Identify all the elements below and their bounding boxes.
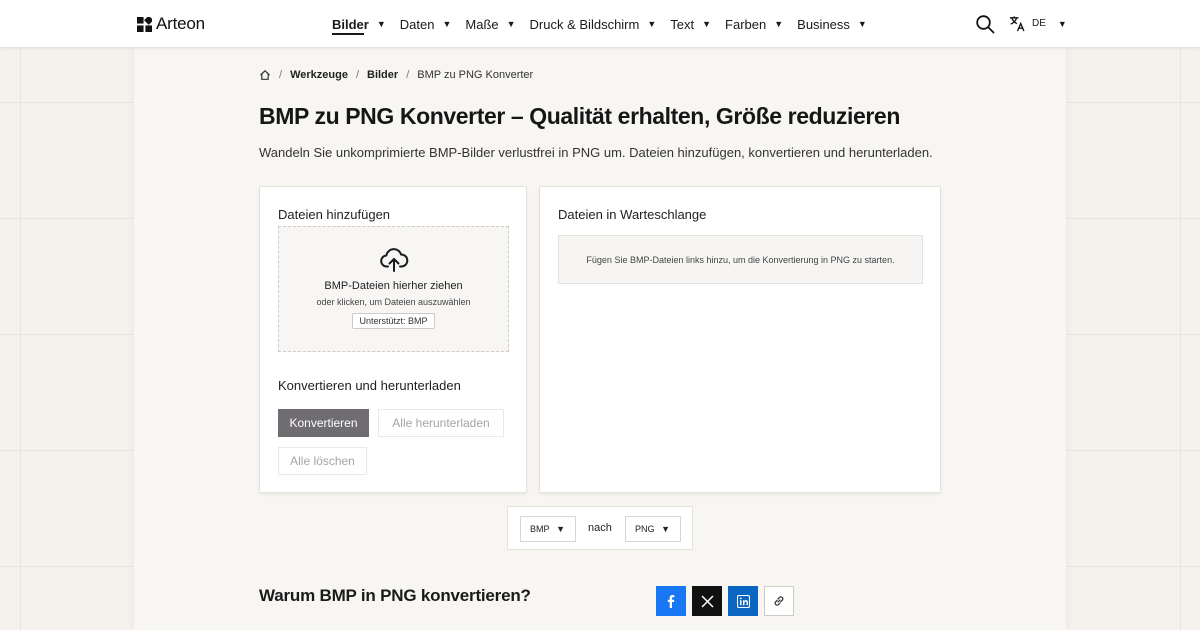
nav-label: Text	[670, 16, 695, 32]
share-facebook-button[interactable]	[656, 586, 686, 616]
why-section-title: Warum BMP in PNG konvertieren?	[259, 586, 531, 605]
page-title: BMP zu PNG Konverter – Qualität erhalten…	[259, 103, 900, 129]
convert-button[interactable]: Konvertieren	[278, 409, 369, 437]
dropzone-subtitle: oder klicken, um Dateien auszuwählen	[316, 297, 471, 307]
link-icon	[774, 596, 784, 606]
top-navigation-bar: Arteon Bilder ▼ Daten ▼ Maße ▼ Druck & B…	[0, 0, 1200, 48]
chevron-down-icon: ▼	[774, 19, 784, 29]
share-linkedin-button[interactable]	[728, 586, 758, 616]
source-format-value: BMP	[530, 524, 550, 534]
chevron-down-icon: ▼	[702, 19, 712, 29]
chevron-down-icon: ▼	[1057, 18, 1067, 29]
language-code: DE	[1032, 18, 1046, 29]
source-format-select[interactable]: BMP ▼	[520, 516, 576, 542]
nav-label: Business	[797, 16, 850, 32]
download-all-button[interactable]: Alle herunterladen	[378, 409, 504, 437]
nav-label: Maße	[465, 16, 499, 32]
chevron-down-icon: ▼	[647, 19, 657, 29]
chevron-down-icon: ▼	[661, 524, 670, 534]
queue-card: Dateien in Warteschlange Fügen Sie BMP-D…	[539, 186, 941, 493]
format-connector-label: nach	[588, 522, 612, 534]
language-selector[interactable]: DE ▼	[1009, 15, 1067, 32]
clear-all-button[interactable]: Alle löschen	[278, 447, 367, 475]
facebook-icon	[667, 595, 675, 608]
share-x-button[interactable]	[692, 586, 722, 616]
main-nav: Bilder ▼ Daten ▼ Maße ▼ Druck & Bildschi…	[332, 0, 881, 48]
queue-empty-state: Fügen Sie BMP-Dateien links hinzu, um di…	[558, 235, 923, 284]
brand-logo-icon	[137, 16, 152, 32]
nav-item-druck-bildschirm[interactable]: Druck & Bildschirm ▼	[530, 0, 657, 48]
nav-item-daten[interactable]: Daten ▼	[400, 0, 452, 48]
cloud-upload-icon	[379, 248, 408, 272]
brand-name: Arteon	[156, 14, 205, 33]
chevron-down-icon: ▼	[857, 19, 867, 29]
file-dropzone[interactable]: BMP-Dateien hierher ziehen oder klicken,…	[278, 226, 509, 352]
chevron-down-icon: ▼	[376, 19, 386, 29]
x-icon	[700, 594, 714, 608]
page-description: Wandeln Sie unkomprimierte BMP-Bilder ve…	[259, 145, 933, 160]
breadcrumb-werkzeuge[interactable]: Werkzeuge	[290, 69, 348, 81]
target-format-select[interactable]: PNG ▼	[625, 516, 681, 542]
breadcrumb-separator: /	[279, 69, 283, 81]
nav-label: Farben	[725, 16, 767, 32]
nav-item-farben[interactable]: Farben ▼	[725, 0, 783, 48]
breadcrumb-separator: /	[406, 69, 410, 81]
linkedin-icon	[736, 594, 750, 608]
nav-item-text[interactable]: Text ▼	[670, 0, 711, 48]
chevron-down-icon: ▼	[556, 524, 565, 534]
nav-item-business[interactable]: Business ▼	[797, 0, 867, 48]
breadcrumb-bilder[interactable]: Bilder	[367, 69, 398, 81]
translate-icon	[1009, 16, 1025, 32]
dropzone-title: BMP-Dateien hierher ziehen	[324, 280, 463, 292]
brand-logo[interactable]: Arteon	[137, 14, 205, 34]
upload-card: Dateien hinzufügen BMP-Dateien hierher z…	[259, 186, 527, 493]
nav-label: Druck & Bildschirm	[529, 16, 640, 32]
queue-heading: Dateien in Warteschlange	[558, 207, 707, 222]
format-selector-bar: BMP ▼ nach PNG ▼	[507, 506, 693, 550]
home-icon[interactable]	[259, 69, 271, 81]
nav-label: Bilder	[332, 16, 369, 32]
search-icon[interactable]	[975, 14, 995, 34]
chevron-down-icon: ▼	[442, 19, 452, 29]
nav-item-bilder[interactable]: Bilder ▼	[332, 0, 386, 48]
actions-heading: Konvertieren und herunterladen	[278, 378, 461, 393]
nav-label: Daten	[399, 16, 435, 32]
supported-format-badge: Unterstützt: BMP	[352, 313, 435, 329]
breadcrumb-separator: /	[355, 69, 359, 81]
copy-link-button[interactable]	[764, 586, 794, 616]
breadcrumb-current: BMP zu PNG Konverter	[417, 69, 534, 81]
target-format-value: PNG	[635, 524, 655, 534]
nav-item-masse[interactable]: Maße ▼	[465, 0, 515, 48]
breadcrumb: / Werkzeuge / Bilder / BMP zu PNG Konver…	[259, 69, 533, 81]
chevron-down-icon: ▼	[506, 19, 516, 29]
upload-heading: Dateien hinzufügen	[278, 207, 391, 222]
